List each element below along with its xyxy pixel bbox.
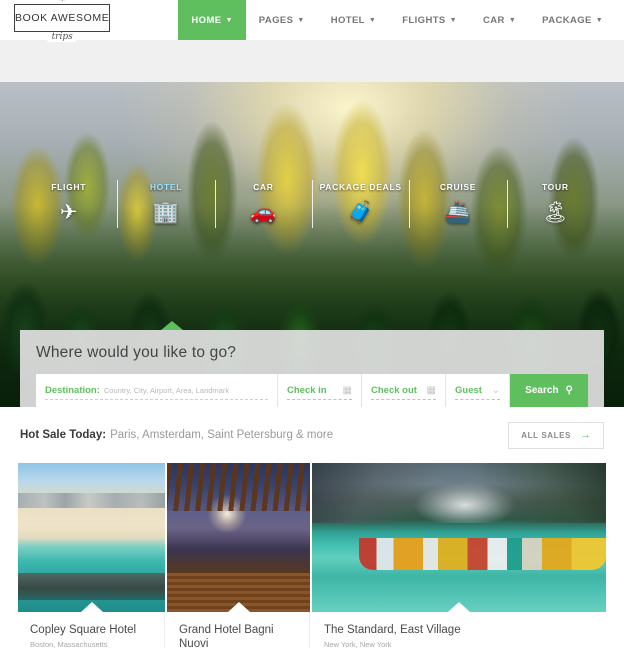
nav-item-car[interactable]: CAR ▼ <box>470 0 529 40</box>
search-type-tabs: FLIGHT ✈ HOTEL 🏢 CAR 🚗 PACKAGE DEALS 🧳 C… <box>20 180 604 230</box>
tab-cruise[interactable]: CRUISE 🚢 <box>409 180 506 230</box>
field-underline <box>45 399 268 400</box>
tab-package-deals[interactable]: PACKAGE DEALS 🧳 <box>311 180 409 230</box>
beach-aerial-photo <box>18 463 165 612</box>
building-icon: 🏢 <box>152 201 180 224</box>
airplane-icon: ✈ <box>59 201 78 224</box>
tab-label: FLIGHT <box>51 182 87 192</box>
active-tab-pointer <box>161 321 183 330</box>
card-notch <box>448 602 470 612</box>
card-image-scene <box>312 463 606 612</box>
nav-label: HOTEL <box>330 14 365 26</box>
hot-sale-destinations[interactable]: Paris, Amsterdam, Saint Petersburg & mor… <box>110 429 333 441</box>
field-underline <box>371 399 436 400</box>
hotel-card-location: Boston, Massachusetts <box>30 640 108 648</box>
nav-label: PACKAGE <box>542 14 592 26</box>
nav-label: FLIGHTS <box>402 14 446 26</box>
chevron-down-icon: ▼ <box>508 16 517 24</box>
luggage-icon: 🧳 <box>347 201 374 224</box>
checkin-label: Check in <box>287 385 327 396</box>
hotel-card[interactable]: Copley Square Hotel Boston, Massachusett… <box>18 463 165 648</box>
card-notch <box>80 602 103 612</box>
nav-item-package[interactable]: PACKAGE ▼ <box>529 0 616 40</box>
nav-item-home[interactable]: HOME ▼ <box>178 0 246 40</box>
guest-select[interactable]: Guest ⌄ <box>446 374 510 407</box>
hotel-card-title: Copley Square Hotel <box>30 624 137 636</box>
all-sales-button[interactable]: ALL SALES → <box>508 421 604 449</box>
chevron-down-icon: ▼ <box>449 16 458 24</box>
chevron-down-icon: ▼ <box>368 16 377 24</box>
chevron-down-icon: ▼ <box>595 16 604 24</box>
hotel-card[interactable]: Grand Hotel Bagni Nuovi <box>167 463 310 648</box>
hero-section: FLIGHT ✈ HOTEL 🏢 CAR 🚗 PACKAGE DEALS 🧳 C… <box>0 82 624 407</box>
card-image-scene <box>167 463 310 612</box>
checkin-field[interactable]: Check in ▦ <box>278 374 362 407</box>
featured-hotels-list: Copley Square Hotel Boston, Massachusett… <box>0 463 624 648</box>
hot-sale-bar: Hot Sale Today: Paris, Amsterdam, Saint … <box>0 407 624 463</box>
terrace-lounge-photo <box>167 463 310 612</box>
hotel-card-location: New York, New York <box>324 640 392 648</box>
calendar-icon: ▦ <box>426 384 436 396</box>
search-panel-title: Where would you like to go? <box>36 344 237 361</box>
site-header: ✶ BOOK AWESOME trips HOME ▼ PAGES ▼ HOTE… <box>0 0 624 42</box>
ship-icon: 🚢 <box>444 201 472 224</box>
destination-field[interactable]: Destination: Country, City, Airport, Are… <box>36 374 278 407</box>
palm-island-icon: 🏝 <box>541 201 569 224</box>
header-subbar <box>0 40 624 82</box>
destination-label: Destination: <box>45 385 100 396</box>
field-underline <box>455 399 500 400</box>
hotel-card-title: Grand Hotel Bagni Nuovi <box>179 624 274 648</box>
nav-label: HOME <box>191 14 222 26</box>
chevron-down-icon: ⌄ <box>491 384 500 396</box>
calendar-icon: ▦ <box>342 384 352 396</box>
nav-item-pages[interactable]: PAGES ▼ <box>246 0 318 40</box>
card-notch <box>227 602 250 612</box>
tab-label: CAR <box>253 182 274 192</box>
logo-ornament-icon: ✶ <box>58 0 66 4</box>
all-sales-label: ALL SALES <box>521 430 571 440</box>
tab-car[interactable]: CAR 🚗 <box>214 180 312 230</box>
hot-sale-label: Hot Sale Today: <box>20 429 107 441</box>
checkout-label: Check out <box>371 385 417 396</box>
nav-label: CAR <box>483 14 505 26</box>
guest-label: Guest <box>455 385 482 396</box>
tab-tour[interactable]: TOUR 🏝 <box>506 180 604 230</box>
logo-name: BOOK AWESOME <box>15 12 110 24</box>
search-button-label: Search <box>525 385 559 396</box>
hotel-card-body: Copley Square Hotel Boston, Massachusett… <box>18 612 165 648</box>
logo-script: trips <box>47 33 77 42</box>
tab-flight[interactable]: FLIGHT ✈ <box>20 182 117 230</box>
checkout-field[interactable]: Check out ▦ <box>362 374 446 407</box>
nav-label: PAGES <box>258 14 294 26</box>
tab-label: CRUISE <box>439 182 477 192</box>
site-logo[interactable]: ✶ BOOK AWESOME trips <box>14 0 111 42</box>
arrow-right-icon: → <box>580 428 591 441</box>
nav-item-hotel[interactable]: HOTEL ▼ <box>318 0 390 40</box>
destination-placeholder: Country, City, Airport, Area, Landmark <box>103 386 230 395</box>
tab-label: PACKAGE DEALS <box>319 182 402 192</box>
tab-label: HOTEL <box>149 182 183 192</box>
search-icon: ⚲ <box>565 385 573 396</box>
tab-hotel[interactable]: HOTEL 🏢 <box>117 180 214 230</box>
hotel-card-body: The Standard, East Village New York, New… <box>312 612 606 648</box>
search-form: Destination: Country, City, Airport, Are… <box>36 374 588 407</box>
nav-item-cruises[interactable]: CRUISES ▼ <box>616 0 624 40</box>
card-image-scene <box>18 463 165 612</box>
search-panel: Where would you like to go? Destination:… <box>20 321 604 407</box>
field-underline <box>287 399 352 400</box>
tab-label: TOUR <box>541 182 569 192</box>
hotel-card-title: The Standard, East Village <box>324 624 461 636</box>
car-icon: 🚗 <box>250 201 277 224</box>
mountain-lake-canoes-photo <box>312 463 606 612</box>
hotel-card-body: Grand Hotel Bagni Nuovi <box>167 612 310 648</box>
chevron-down-icon: ▼ <box>225 16 233 24</box>
chevron-down-icon: ▼ <box>297 16 305 24</box>
main-navigation: HOME ▼ PAGES ▼ HOTEL ▼ FLIGHTS ▼ CAR ▼ P… <box>178 0 624 40</box>
hotel-card[interactable]: The Standard, East Village New York, New… <box>312 463 606 648</box>
nav-item-flights[interactable]: FLIGHTS ▼ <box>389 0 470 40</box>
search-button[interactable]: Search ⚲ <box>510 374 588 407</box>
